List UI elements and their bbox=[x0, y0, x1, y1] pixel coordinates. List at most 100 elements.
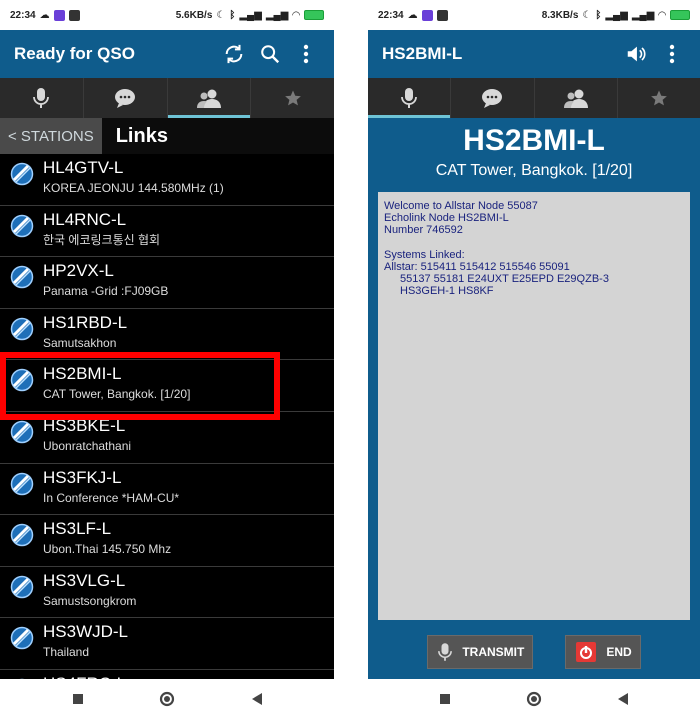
status-time: 22:34 bbox=[10, 9, 36, 21]
station-text: HP2VX-L Panama -Grid :FJ09GB bbox=[43, 257, 168, 299]
station-row[interactable]: HS2BMI-L CAT Tower, Bangkok. [1/20] bbox=[0, 360, 334, 412]
circle-icon bbox=[159, 691, 175, 707]
detail-location: CAT Tower, Bangkok. [1/20] bbox=[435, 162, 633, 179]
back-button[interactable] bbox=[611, 687, 635, 711]
echolink-link-icon bbox=[10, 368, 34, 392]
people-icon bbox=[563, 89, 588, 108]
station-row[interactable]: HL4GTV-L KOREA JEONJU 144.580MHz (1) bbox=[0, 154, 334, 206]
echolink-link-icon bbox=[10, 420, 34, 444]
wifi-icon: ◠ bbox=[292, 9, 300, 21]
signal-icon: ▂▄▆ bbox=[605, 9, 628, 21]
station-description: Panama -Grid :FJ09GB bbox=[43, 284, 169, 299]
more-vert-icon[interactable] bbox=[288, 36, 324, 72]
app-bar: Ready for QSO bbox=[0, 30, 334, 78]
tab-chat[interactable] bbox=[84, 78, 168, 118]
square-icon bbox=[72, 694, 83, 704]
station-row[interactable]: HS3WJD-L Thailand bbox=[0, 618, 334, 670]
station-callsign: HP2VX-L bbox=[43, 261, 114, 281]
star-icon bbox=[651, 90, 667, 106]
info-line: Allstar: 515411 515412 515546 55091 bbox=[384, 260, 570, 273]
echolink-link-icon bbox=[10, 575, 34, 599]
station-description: Samustsongkrom bbox=[43, 593, 137, 608]
status-bar: 22:34 ☁ 5.6KB/s ☾ ᛒ ▂▄▆ ▂▄▆ ◠ bbox=[0, 0, 334, 30]
end-button[interactable]: END bbox=[565, 635, 641, 669]
app-title: HS2BMI-L bbox=[382, 44, 463, 63]
moon-icon: ☾ bbox=[216, 9, 226, 21]
echolink-link-icon bbox=[10, 626, 34, 650]
action-buttons: TRANSMIT END bbox=[368, 635, 700, 669]
detail-callsign: HS2BMI-L bbox=[463, 124, 605, 157]
signal-icon-2: ▂▄▆ bbox=[631, 9, 655, 21]
station-text: HS3FKJ-L In Conference *HAM-CU* bbox=[43, 464, 179, 506]
station-row[interactable]: HP2VX-L Panama -Grid :FJ09GB bbox=[0, 257, 334, 309]
recents-button[interactable] bbox=[66, 687, 90, 711]
echolink-link-icon bbox=[10, 472, 34, 496]
recents-button[interactable] bbox=[433, 687, 457, 711]
station-callsign: HL4RNC-L bbox=[43, 209, 127, 229]
station-text: HL4GTV-L KOREA JEONJU 144.580MHz (1) bbox=[43, 154, 224, 196]
triangle-back-icon bbox=[251, 693, 262, 705]
station-text: HS3WJD-L Thailand bbox=[43, 618, 128, 660]
station-text: HL4RNC-L 한국 에코링크통신 협회 bbox=[43, 206, 160, 248]
network-speed: 8.3KB/s bbox=[541, 9, 579, 21]
app-title: Ready for QSO bbox=[14, 44, 135, 63]
station-text: HS2BMI-L CAT Tower, Bangkok. [1/20] bbox=[43, 360, 190, 402]
battery-icon bbox=[670, 10, 690, 20]
tab-transmit[interactable] bbox=[0, 78, 84, 118]
tab-transmit[interactable] bbox=[368, 78, 452, 118]
station-row[interactable]: HS4FRC-L bbox=[0, 670, 334, 679]
station-callsign: HS3FKJ-L bbox=[43, 467, 122, 487]
bluetooth-icon: ᛒ bbox=[595, 9, 602, 21]
system-nav-bar bbox=[0, 679, 334, 719]
battery-icon bbox=[304, 10, 324, 20]
home-button[interactable] bbox=[155, 687, 179, 711]
station-row[interactable]: HS3BKE-L Ubonratchathani bbox=[0, 412, 334, 464]
tab-stations[interactable] bbox=[167, 78, 252, 118]
back-to-stations-button[interactable]: < STATIONS bbox=[0, 118, 102, 154]
microphone-icon bbox=[401, 88, 418, 108]
signal-icon-2: ▂▄▆ bbox=[265, 9, 289, 21]
tab-favorites[interactable] bbox=[251, 78, 334, 118]
station-description: Thailand bbox=[43, 645, 90, 660]
tab-stations[interactable] bbox=[535, 78, 618, 118]
tab-favorites[interactable] bbox=[618, 78, 700, 118]
station-text: HS4FRC-L bbox=[43, 670, 126, 679]
station-description: In Conference *HAM-CU* bbox=[43, 490, 180, 505]
echolink-link-icon bbox=[10, 523, 34, 547]
list-subheader: < STATIONS Links bbox=[0, 118, 334, 154]
triangle-back-icon bbox=[618, 693, 628, 705]
echolink-link-icon bbox=[10, 317, 34, 341]
station-row[interactable]: HS3LF-L Ubon.Thai 145.750 Mhz bbox=[0, 515, 334, 567]
echolink-link-icon bbox=[10, 265, 34, 289]
app-notification-icon bbox=[53, 9, 65, 21]
station-info-box[interactable]: Welcome to Allstar Node 55087 Echolink No… bbox=[378, 192, 690, 620]
station-callsign: HS2BMI-L bbox=[43, 364, 122, 384]
transmit-button[interactable]: TRANSMIT bbox=[427, 635, 534, 669]
info-line: Echolink Node HS2BMI-L bbox=[384, 212, 509, 225]
microphone-icon bbox=[33, 88, 50, 108]
station-row[interactable]: HL4RNC-L 한국 에코링크통신 협회 bbox=[0, 206, 334, 258]
station-row[interactable]: HS3VLG-L Samustsongkrom bbox=[0, 567, 334, 619]
people-icon bbox=[196, 89, 221, 108]
home-button[interactable] bbox=[522, 687, 546, 711]
speaker-icon[interactable] bbox=[618, 36, 654, 72]
microphone-icon bbox=[438, 643, 453, 661]
station-list[interactable]: HL4GTV-L KOREA JEONJU 144.580MHz (1) HL4RN… bbox=[0, 154, 334, 679]
info-line: HS3GEH-1 HS8KF bbox=[400, 285, 494, 298]
star-icon bbox=[284, 90, 301, 106]
chat-icon bbox=[115, 89, 136, 108]
station-callsign: HS3WJD-L bbox=[43, 622, 129, 642]
tab-bar bbox=[368, 78, 700, 118]
refresh-icon[interactable] bbox=[216, 36, 252, 72]
station-row[interactable]: HS3FKJ-L In Conference *HAM-CU* bbox=[0, 464, 334, 516]
system-nav-bar bbox=[368, 679, 700, 719]
end-label: END bbox=[606, 645, 632, 659]
more-vert-icon[interactable] bbox=[654, 36, 690, 72]
chat-icon bbox=[482, 89, 503, 108]
tab-chat[interactable] bbox=[451, 78, 535, 118]
transmit-label: TRANSMIT bbox=[462, 645, 525, 659]
search-icon[interactable] bbox=[252, 36, 288, 72]
station-row[interactable]: HS1RBD-L Samutsakhon bbox=[0, 309, 334, 361]
back-button[interactable] bbox=[245, 687, 269, 711]
info-line: 55137 55181 E24UXT E25EPD E29QZB-3 bbox=[400, 273, 609, 286]
